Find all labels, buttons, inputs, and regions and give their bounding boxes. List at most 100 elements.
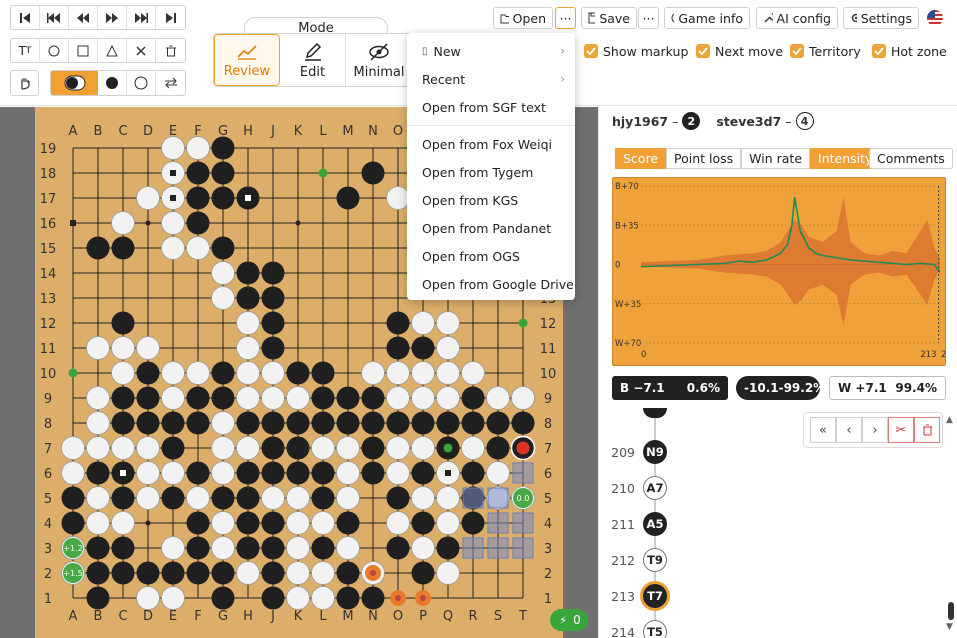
tab-win-rate[interactable]: Win rate <box>741 148 811 169</box>
hand-tool-icon[interactable] <box>10 70 39 96</box>
black-stone <box>411 561 435 585</box>
last-move-button[interactable] <box>156 6 185 29</box>
cross-tool-icon[interactable] <box>127 39 156 62</box>
move-row[interactable]: 209 N9 <box>599 437 699 467</box>
column-label: C <box>118 124 127 139</box>
move-row[interactable]: 211 A5 <box>599 509 699 539</box>
white-stone-icon[interactable] <box>127 71 156 95</box>
white-stone <box>111 336 135 360</box>
menu-item-open-from-tygem[interactable]: Open from Tygem <box>407 158 575 186</box>
mode-review[interactable]: Review <box>214 34 280 86</box>
circle-tool-icon[interactable] <box>40 39 69 62</box>
trash-icon[interactable] <box>156 39 185 62</box>
next-move-checkbox[interactable]: Next move <box>696 42 783 60</box>
territory-checkbox[interactable]: Territory <box>790 42 861 60</box>
forward-button[interactable] <box>98 6 127 29</box>
white-stone <box>361 361 385 385</box>
menu-item-label: Open from OGS <box>422 248 520 264</box>
row-label: 10 <box>40 367 57 382</box>
y-tick-label: B+35 <box>615 221 639 231</box>
move-row[interactable]: 212 T9 <box>599 545 699 575</box>
black-stone <box>136 361 160 385</box>
white-stone <box>186 136 210 160</box>
scrollbar-thumb[interactable] <box>948 602 954 620</box>
settings-button[interactable]: Settings <box>843 7 919 29</box>
scroll-down-arrow[interactable]: ▼ <box>946 622 953 632</box>
white-stone <box>411 436 435 460</box>
tab-score[interactable]: Score <box>615 148 667 169</box>
pass-badge[interactable] <box>550 609 588 631</box>
menu-item-recent[interactable]: Recent › <box>407 65 575 93</box>
back-button[interactable] <box>69 6 98 29</box>
save-more-button[interactable]: ··· <box>638 7 659 29</box>
move-stone[interactable]: N9 <box>643 440 667 464</box>
menu-item-open-from-pandanet[interactable]: Open from Pandanet <box>407 214 575 242</box>
mode-edit[interactable]: Edit <box>280 34 346 86</box>
move-stone[interactable]: A5 <box>643 512 667 536</box>
save-button[interactable]: Save <box>581 7 637 29</box>
next-move-label: Next move <box>715 43 784 59</box>
comments-button[interactable]: Comments <box>869 148 953 169</box>
row-label: 6 <box>544 467 552 482</box>
move-stone[interactable]: T9 <box>643 548 667 572</box>
black-stone <box>61 486 85 510</box>
white-stone <box>211 261 235 285</box>
menu-item-open-from-sgf-text[interactable]: Open from SGF text <box>407 93 575 121</box>
open-more-button[interactable]: ··· <box>555 7 576 29</box>
scissors-icon[interactable]: ✂ <box>888 417 914 443</box>
open-button[interactable]: Open <box>493 7 553 29</box>
white-stone <box>411 361 435 385</box>
scroll-up-arrow[interactable]: ▲ <box>946 415 953 425</box>
move-row[interactable]: 214 T5 <box>599 617 699 638</box>
row-label: 5 <box>544 492 552 507</box>
move-row[interactable]: 210 A7 <box>599 473 699 503</box>
move-stone[interactable]: T5 <box>643 620 667 638</box>
forward-10-button[interactable] <box>127 6 156 29</box>
first-move-button[interactable] <box>11 6 40 29</box>
white-stone <box>211 536 235 560</box>
menu-item-open-from-kgs[interactable]: Open from KGS <box>407 186 575 214</box>
square-tool-icon[interactable] <box>69 39 98 62</box>
tree-first-button[interactable]: « <box>810 417 836 443</box>
white-stone <box>436 511 460 535</box>
back-10-button[interactable] <box>40 6 69 29</box>
row-label: 12 <box>40 317 57 332</box>
show-markup-checkbox[interactable]: Show markup <box>584 42 688 60</box>
move-stone[interactable]: T7 <box>643 584 667 608</box>
black-stone <box>211 361 235 385</box>
ai-config-button[interactable]: AI config <box>756 7 838 29</box>
menu-item-label: Open from Pandanet <box>422 220 552 236</box>
black-stone <box>361 161 385 185</box>
hot-zone-checkbox[interactable]: Hot zone <box>872 42 947 60</box>
move-row[interactable]: 213 T7 <box>599 581 699 611</box>
white-stone <box>436 311 460 335</box>
menu-item-open-from-ogs[interactable]: Open from OGS <box>407 242 575 270</box>
triangle-tool-icon[interactable] <box>98 39 127 62</box>
menu-item-new[interactable]: ▯ New › <box>407 37 575 65</box>
white-stone <box>86 486 110 510</box>
swap-colors-icon[interactable] <box>156 71 185 95</box>
current-move-marker <box>516 441 530 455</box>
tree-back-button[interactable]: ‹ <box>836 417 862 443</box>
menu-item-label: Open from Google Drive <box>422 276 574 292</box>
black-stone <box>311 461 335 485</box>
white-stone <box>336 461 360 485</box>
x-tick-label: 0 <box>641 350 646 360</box>
tab-point-loss[interactable]: Point loss <box>666 148 742 169</box>
score-chart[interactable]: B+70B+350W+35W+700213214 <box>612 177 957 366</box>
mode-minimal[interactable]: Minimal <box>346 34 412 86</box>
tree-forward-button[interactable]: › <box>862 417 888 443</box>
menu-item-open-from-google-drive[interactable]: Open from Google Drive <box>407 270 575 298</box>
black-stone <box>111 386 135 410</box>
black-stone <box>111 561 135 585</box>
territory-square <box>462 537 484 559</box>
text-tool-icon[interactable]: TT <box>11 39 40 62</box>
black-stone <box>261 536 285 560</box>
black-stone-icon[interactable] <box>98 71 127 95</box>
trash-icon[interactable] <box>914 417 940 443</box>
language-flag-icon[interactable] <box>927 10 943 26</box>
move-stone[interactable]: A7 <box>643 476 667 500</box>
alternate-color-toggle[interactable] <box>51 71 98 95</box>
menu-item-open-from-fox-weiqi[interactable]: Open from Fox Weiqi <box>407 130 575 158</box>
game-info-button[interactable]: Game info <box>664 7 750 29</box>
